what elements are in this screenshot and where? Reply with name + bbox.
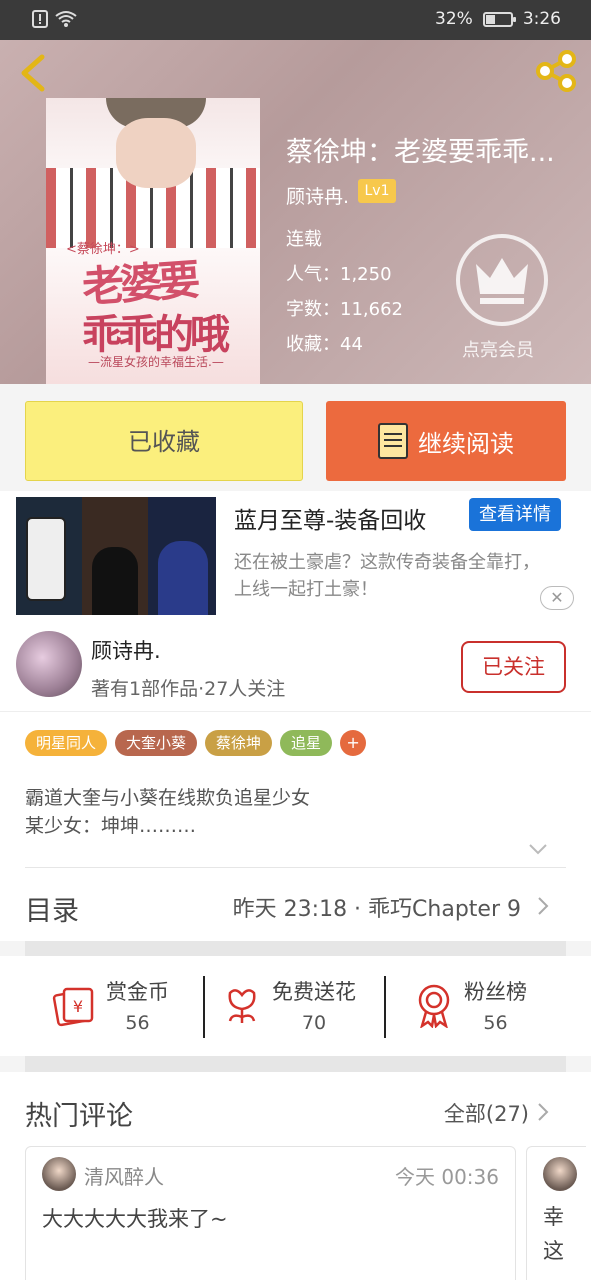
status-bar: 32% 3:26 [0,0,591,40]
share-icon[interactable] [533,50,579,92]
chevron-down-icon[interactable] [528,842,548,856]
reward-count: 56 [483,1012,508,1034]
book-favorites: 收藏：44 [286,334,363,355]
ad-description: 还在被土豪虐？这款传奇装备全靠打，上线一起打土豪！ [234,552,540,600]
free-flower-button[interactable]: 免费送花 70 [222,976,356,1034]
divider [203,976,205,1038]
more-tags-button[interactable]: + [340,730,367,756]
ad-details-button[interactable]: 查看详情 [469,498,561,531]
fan-ranking-button[interactable]: 粉丝榜 56 [414,976,527,1034]
author-stats: 著有1部作品·27人关注 [91,678,286,700]
section-divider [25,1056,566,1072]
cover-tagline: —流星女孩的幸福生活.— [88,355,224,369]
commenter-name[interactable]: 清风醉人 [84,1161,164,1190]
book-cover[interactable]: <蔡徐坤：> 老婆要 乖乖的哦 —流星女孩的幸福生活.— [46,98,260,384]
comment-card[interactable]: 幸 这 [526,1146,586,1280]
medal-icon [418,984,450,1028]
book-title: 蔡徐坤：老婆要乖乖... [286,137,555,168]
collected-button[interactable]: 已收藏 [25,401,303,481]
crown-icon [476,258,528,304]
divider [384,976,386,1038]
ad-title[interactable]: 蓝月至尊-装备回收 [234,501,426,535]
description-line: 霸道大奎与小葵在线欺负追星少女 [25,787,311,809]
book-word-count: 字数：11,662 [286,299,403,320]
ad-banner[interactable]: 蓝月至尊-装备回收 查看详情 还在被土豪虐？这款传奇装备全靠打，上线一起打土豪！… [0,491,591,619]
vip-label[interactable]: 点亮会员 [462,336,534,362]
commenter-avatar[interactable] [42,1157,76,1191]
back-arrow-icon[interactable] [18,54,50,92]
reward-coins-button[interactable]: ¥ 赏金币 56 [52,976,169,1034]
status-icons-left [32,10,78,28]
author-name[interactable]: 顾诗冉. [91,635,161,665]
author-card[interactable]: 顾诗冉. 著有1部作品·27人关注 已关注 [0,619,591,711]
cover-line2: 乖乖的哦 [82,311,230,358]
wifi-icon [55,11,77,27]
tag-chip[interactable]: 追星 [280,730,333,756]
all-comments-link[interactable]: 全部(27) [444,1098,529,1128]
author-level-badge: Lv1 [358,179,396,203]
section-divider [25,941,566,957]
ad-close-icon[interactable]: ✕ [540,586,574,610]
vip-crown-button[interactable] [456,234,548,326]
rewards-row: ¥ 赏金币 56 免费送花 70 粉丝榜 56 [0,956,591,1056]
reward-label: 粉丝榜 [464,980,527,1004]
comment-text: 大大大大大我来了~ [42,1207,228,1231]
reward-label: 赏金币 [106,980,169,1004]
comment-text: 这 [543,1239,564,1263]
status-icons-right: 32% 3:26 [435,9,561,29]
commenter-avatar[interactable] [543,1157,577,1191]
reward-count: 56 [125,1012,150,1034]
comments-title: 热门评论 [25,1101,133,1132]
tag-chip[interactable]: 蔡徐坤 [205,730,273,756]
book-description: 霸道大奎与小葵在线欺负追星少女 某少女：坤坤……… [25,784,310,840]
book-author[interactable]: 顾诗冉. [286,182,349,209]
clock: 3:26 [522,9,561,29]
book-status: 连载 [286,229,322,250]
divider [25,867,566,868]
chevron-right-icon[interactable] [537,1102,549,1122]
svg-text:¥: ¥ [73,997,83,1016]
ad-image[interactable] [16,497,216,615]
reward-count: 70 [301,1012,327,1034]
chevron-right-icon [538,897,549,915]
book-popularity: 人气：1,250 [286,264,392,285]
tag-chip[interactable]: 大奎小葵 [115,730,198,756]
author-avatar[interactable] [16,631,82,697]
comment-text: 幸 [543,1205,564,1229]
table-of-contents-row[interactable]: 目录 昨天 23:18 · 乖巧Chapter 9 [0,871,591,941]
toc-label: 目录 [25,896,79,927]
red-envelope-icon: ¥ [52,987,94,1027]
tag-list: 明星同人 大奎小葵 蔡徐坤 追星 + [25,730,367,756]
comment-card[interactable]: 清风醉人 今天 00:36 大大大大大我来了~ [25,1146,516,1280]
follow-button[interactable]: 已关注 [461,641,566,693]
continue-reading-label: 继续阅读 [418,429,514,458]
book-header: <蔡徐坤：> 老婆要 乖乖的哦 —流星女孩的幸福生活.— 蔡徐坤：老婆要乖乖..… [0,40,591,384]
tag-chip[interactable]: 明星同人 [25,730,108,756]
description-line: 某少女：坤坤……… [25,815,197,837]
hot-comments-section: 热门评论 全部(27) 清风醉人 今天 00:36 大大大大大我来了~ 幸 这 [0,1072,591,1280]
flower-icon [228,989,256,1023]
battery-icon [482,11,516,27]
battery-percent: 32% [435,9,473,29]
alert-icon [32,10,48,28]
comment-time: 今天 00:36 [395,1165,499,1189]
latest-chapter[interactable]: 昨天 23:18 · 乖巧Chapter 9 [233,891,521,923]
continue-reading-button[interactable]: 继续阅读 [326,401,566,481]
book-icon [378,423,408,459]
reward-label: 免费送花 [272,980,356,1004]
tags-description-section: 明星同人 大奎小葵 蔡徐坤 追星 + 霸道大奎与小葵在线欺负追星少女 某少女：坤… [0,711,591,871]
